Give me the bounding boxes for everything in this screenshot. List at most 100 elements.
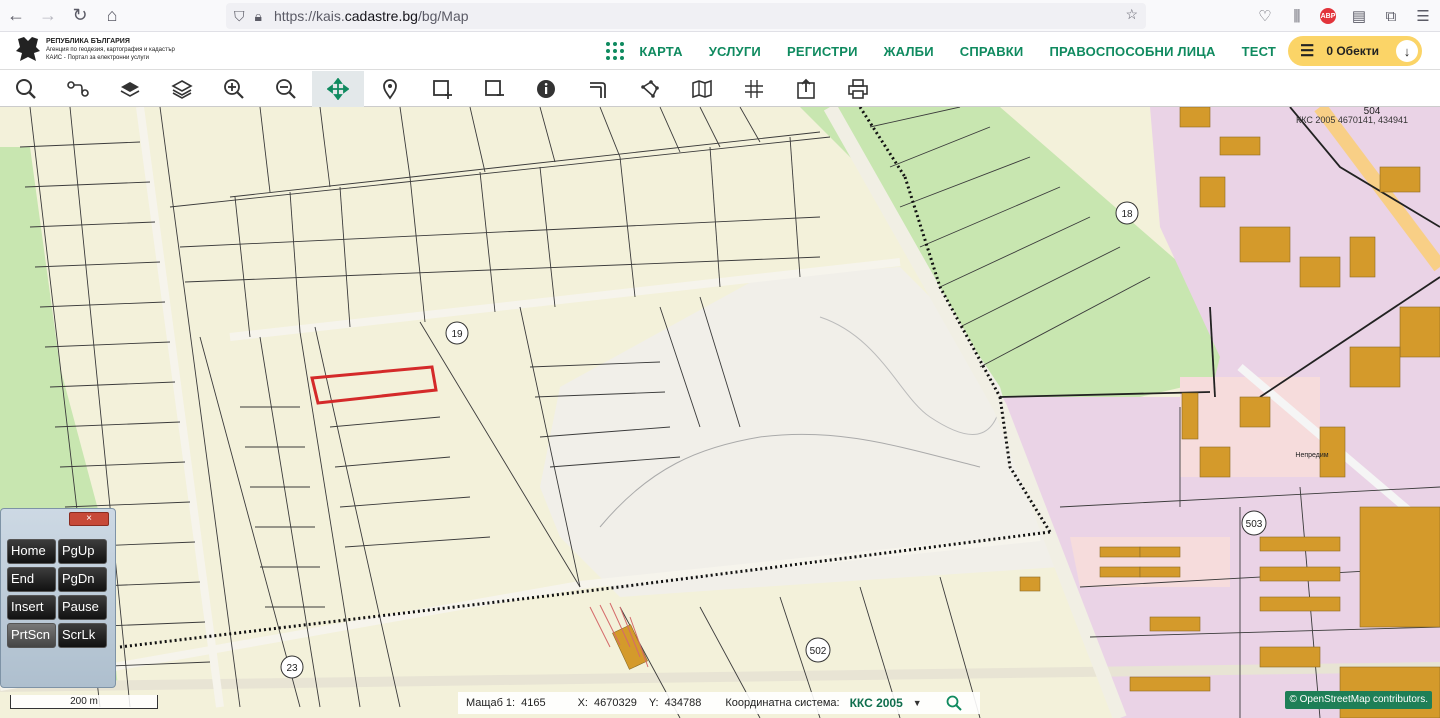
lock-icon[interactable]: 🔒︎ <box>255 8 262 25</box>
measure-icon <box>590 82 606 98</box>
key-home[interactable]: Home <box>7 539 56 564</box>
route-icon <box>67 81 89 97</box>
pan-icon <box>327 78 349 100</box>
map-tool[interactable] <box>676 71 728 107</box>
svg-text:23: 23 <box>286 663 298 674</box>
key-end[interactable]: End <box>7 567 56 592</box>
svg-text:18: 18 <box>1121 209 1133 220</box>
search-tool[interactable] <box>0 71 52 107</box>
extensions-icon[interactable]: ⧉ <box>1382 7 1400 25</box>
coordinate-system-select[interactable]: ККС 2005 <box>850 696 903 710</box>
layers-icon <box>120 82 140 97</box>
deselect-rect-tool[interactable] <box>468 71 520 107</box>
svg-text:502: 502 <box>810 646 827 657</box>
polygon-tool[interactable] <box>624 71 676 107</box>
cart-label: 0 Обекти <box>1326 44 1380 58</box>
nav-map[interactable]: КАРТА <box>639 44 682 59</box>
search-icon <box>16 79 36 99</box>
arrow-down-icon: ↓ <box>1396 40 1418 62</box>
zoom-out-icon <box>276 79 296 99</box>
layers-stack-tool[interactable] <box>156 71 208 107</box>
adblock-icon[interactable]: ABP <box>1320 8 1336 24</box>
y-label: Y: <box>648 697 659 709</box>
forward-icon[interactable]: → <box>32 0 64 32</box>
home-icon[interactable]: ⌂ <box>96 0 128 32</box>
layers-stack-icon <box>171 80 193 99</box>
info-icon <box>537 80 555 98</box>
library-icon[interactable]: ⫼ <box>1288 7 1306 25</box>
system-label: Координатна система: <box>725 697 840 709</box>
region-label-19: 19 <box>445 321 469 345</box>
coat-of-arms-icon <box>16 37 40 61</box>
key-pgdn[interactable]: PgDn <box>58 567 107 592</box>
pan-tool[interactable] <box>312 71 364 107</box>
url-prefix: https://kais. <box>273 8 345 24</box>
key-pause[interactable]: Pause <box>58 595 107 620</box>
chevron-down-icon[interactable]: ▼ <box>913 698 922 708</box>
apps-grid-icon[interactable] <box>605 41 625 61</box>
key-prtscn[interactable]: PrtScn <box>7 623 56 648</box>
x-label: X: <box>577 697 588 709</box>
marker-tool[interactable] <box>364 71 416 107</box>
logo-line-3: КАИС - Портал за електронни услуги <box>46 55 149 61</box>
polygon-icon <box>641 80 659 98</box>
agency-logo[interactable]: РЕПУБЛИКА БЪЛГАРИЯ Агенция по геодезия, … <box>14 35 175 65</box>
on-screen-keyboard: × Home PgUp End PgDn Insert Pause PrtScn… <box>0 508 116 688</box>
coordinate-overlay: ККС 2005 4670141, 434941 <box>1296 115 1408 125</box>
region-label-18: 18 <box>1115 201 1139 225</box>
measure-tool[interactable] <box>572 71 624 107</box>
select-rect-tool[interactable] <box>416 71 468 107</box>
scale-label: Мащаб 1: <box>466 697 516 709</box>
svg-text:503: 503 <box>1246 519 1263 530</box>
reader-icon[interactable]: ▤ <box>1350 7 1368 25</box>
objects-cart-button[interactable]: ☰ 0 Обекти ↓ <box>1288 36 1422 66</box>
zoom-in-icon <box>224 79 244 99</box>
pocket-icon[interactable]: ♡ <box>1256 7 1274 25</box>
nav-licensed-persons[interactable]: ПРАВОСПОСОБНИ ЛИЦА <box>1049 44 1215 59</box>
bookmark-star-icon[interactable]: ☆ <box>1125 6 1138 23</box>
nav-complaints[interactable]: ЖАЛБИ <box>884 44 934 59</box>
route-tool[interactable] <box>52 71 104 107</box>
logo-line-1: РЕПУБЛИКА БЪЛГАРИЯ <box>46 38 130 45</box>
back-icon[interactable]: ← <box>0 0 32 32</box>
url-path: /bg/Map <box>417 8 469 24</box>
info-tool[interactable] <box>520 71 572 107</box>
nav-test[interactable]: ТЕСТ <box>1242 44 1276 59</box>
osm-attribution[interactable]: © OpenStreetMap contributors. <box>1285 691 1432 709</box>
list-icon: ☰ <box>1300 43 1315 60</box>
url-host: cadastre.bg <box>344 8 418 24</box>
key-pgup[interactable]: PgUp <box>58 539 107 564</box>
print-tool[interactable] <box>832 71 884 107</box>
export-tool[interactable] <box>780 71 832 107</box>
x-value: 4670329 <box>594 697 637 709</box>
shield-icon[interactable]: ⛉ <box>234 8 245 25</box>
nav-registers[interactable]: РЕГИСТРИ <box>787 44 858 59</box>
scale-bar: 200 m <box>10 695 158 709</box>
grid-icon <box>745 80 763 98</box>
zoom-in-tool[interactable] <box>208 71 260 107</box>
nav-reports[interactable]: СПРАВКИ <box>960 44 1024 59</box>
key-scrlk[interactable]: ScrLk <box>58 623 107 648</box>
region-label-502: 502 <box>805 637 831 663</box>
url-bar[interactable]: ⛉ 🔒︎ https://kais. cadastre.bg/bg/Map ☆ <box>226 3 1146 29</box>
nav-services[interactable]: УСЛУГИ <box>709 44 761 59</box>
map-canvas[interactable]: 19 18 23 502 503 504 Непредим <box>0 107 1440 718</box>
zoom-out-tool[interactable] <box>260 71 312 107</box>
grid-tool[interactable] <box>728 71 780 107</box>
locate-search-icon[interactable] <box>946 695 962 711</box>
y-value: 434788 <box>664 697 702 709</box>
reload-icon[interactable]: ↻ <box>64 0 96 32</box>
status-bar: Мащаб 1: 4165 X: 4670329 Y: 434788 Коорд… <box>458 692 980 714</box>
cadastral-map[interactable]: 19 18 23 502 503 504 Непредим ККС 2005 4… <box>0 107 1440 718</box>
layers-tool[interactable] <box>104 71 156 107</box>
site-header: РЕПУБЛИКА БЪЛГАРИЯ Агенция по геодезия, … <box>0 32 1440 70</box>
key-insert[interactable]: Insert <box>7 595 56 620</box>
street-label: Непредим <box>1295 452 1328 459</box>
region-label-503: 503 <box>1241 510 1267 536</box>
deselect-rect-icon <box>485 80 504 96</box>
menu-icon[interactable]: ☰ <box>1414 7 1432 25</box>
keyboard-close-button[interactable]: × <box>69 512 109 526</box>
browser-toolbar: ← → ↻ ⌂ ⛉ 🔒︎ https://kais. cadastre.bg/bg… <box>0 0 1440 32</box>
logo-line-2: Агенция по геодезия, картография и кадас… <box>46 47 175 53</box>
export-icon <box>797 78 815 99</box>
